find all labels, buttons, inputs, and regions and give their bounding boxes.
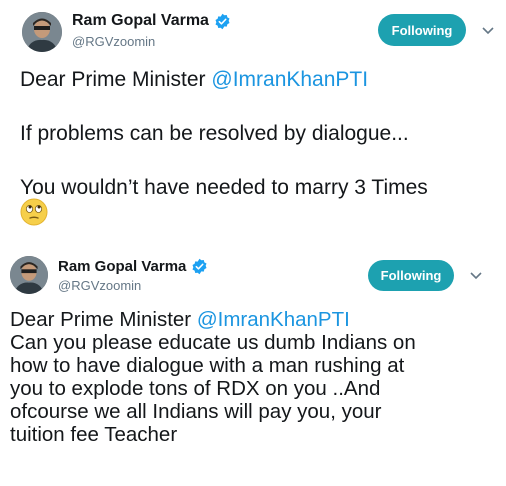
avatar[interactable] bbox=[10, 256, 48, 294]
avatar[interactable] bbox=[22, 12, 62, 52]
author-name[interactable]: Ram Gopal Varma bbox=[72, 12, 209, 30]
author-name[interactable]: Ram Gopal Varma bbox=[58, 258, 186, 275]
following-button[interactable]: Following bbox=[378, 14, 466, 46]
tweet-text: you to explode tons of RDX on you ..And bbox=[10, 377, 381, 400]
author-handle[interactable]: @RGVzoomin bbox=[72, 34, 155, 49]
tweet-card: Ram Gopal Varma @RGVzoomin Following Dea… bbox=[0, 244, 506, 486]
author-handle[interactable]: @RGVzoomin bbox=[58, 278, 141, 293]
tweet-text: Dear Prime Minister bbox=[10, 308, 197, 331]
tweet-text: ofcourse we all Indians will pay you, yo… bbox=[10, 400, 382, 423]
chevron-down-icon[interactable] bbox=[469, 271, 483, 281]
verified-badge-icon bbox=[191, 258, 208, 275]
author-row: Ram Gopal Varma bbox=[58, 258, 208, 275]
tweet-text-block: Dear Prime Minister @ImranKhanPTI Can yo… bbox=[10, 308, 500, 446]
tweet-text: If problems can be resolved by dialogue.… bbox=[20, 122, 409, 145]
verified-badge-icon bbox=[214, 13, 231, 30]
tweet-text: Can you please educate us dumb Indians o… bbox=[10, 331, 416, 354]
mention-link[interactable]: @ImranKhanPTI bbox=[197, 308, 350, 331]
tweet-text-line: Dear Prime Minister @ImranKhanPTI bbox=[20, 68, 368, 92]
tweet-text-line: Dear Prime Minister @ImranKhanPTI bbox=[10, 308, 500, 331]
face-with-rolling-eyes-icon bbox=[20, 198, 48, 226]
tweet-text: You wouldn’t have needed to marry 3 Time… bbox=[20, 176, 428, 199]
tweet-text: Dear Prime Minister bbox=[20, 68, 212, 91]
chevron-down-icon[interactable] bbox=[481, 26, 495, 36]
tweet-text: how to have dialogue with a man rushing … bbox=[10, 354, 405, 377]
tweet-text: tuition fee Teacher bbox=[10, 423, 178, 446]
mention-link[interactable]: @ImranKhanPTI bbox=[211, 68, 368, 91]
author-row: Ram Gopal Varma bbox=[72, 12, 231, 30]
following-button[interactable]: Following bbox=[368, 260, 454, 291]
tweet-card: Ram Gopal Varma @RGVzoomin Following Dea… bbox=[0, 0, 506, 240]
